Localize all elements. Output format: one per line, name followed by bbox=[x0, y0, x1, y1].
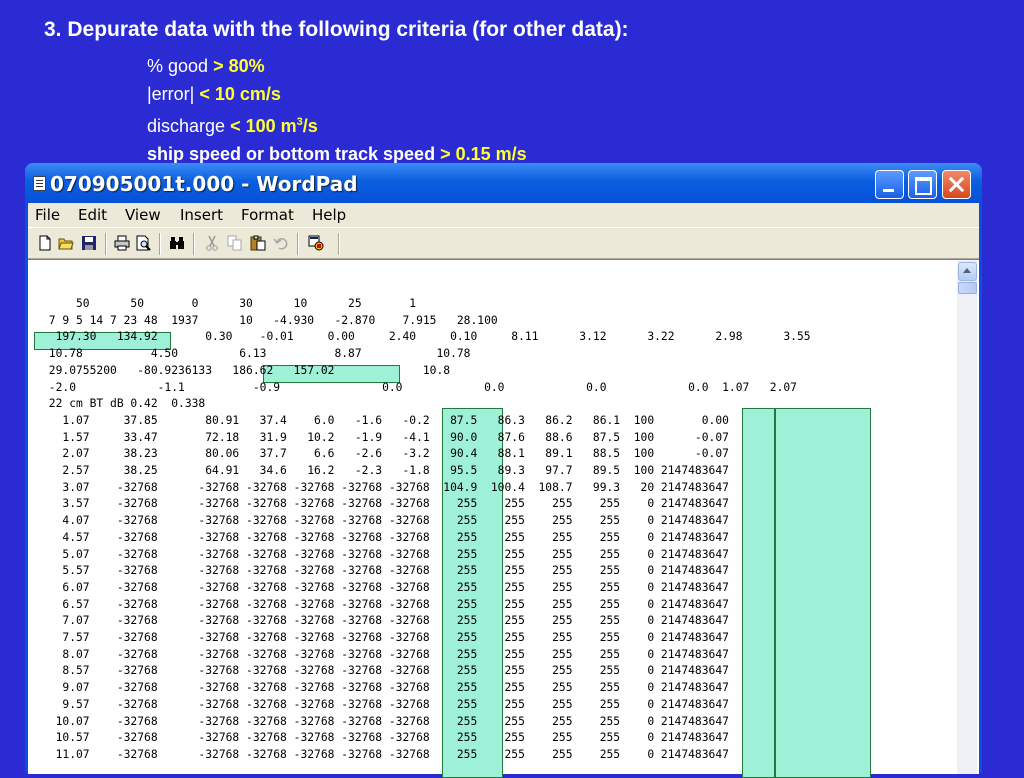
window-titlebar[interactable]: 070905001t.000 - WordPad bbox=[25, 163, 982, 203]
menu-bar: File Edit View Insert Format Help bbox=[28, 203, 979, 227]
document-line: 6.57 -32768 -32768 -32768 -32768 -32768 … bbox=[42, 597, 729, 611]
document-line: 5.57 -32768 -32768 -32768 -32768 -32768 … bbox=[42, 564, 729, 578]
toolbar-separator bbox=[193, 233, 194, 255]
toolbar-separator bbox=[297, 233, 298, 255]
criterion-label: discharge bbox=[147, 116, 231, 136]
criterion-value: < 10 cm/s bbox=[199, 84, 281, 104]
document-line: 10.57 -32768 -32768 -32768 -32768 -32768… bbox=[42, 731, 729, 745]
document-line: -2.0 -1.1 -0.9 0.0 0.0 0.0 0.0 1.07 2.07 bbox=[42, 380, 797, 394]
document-line: 4.57 -32768 -32768 -32768 -32768 -32768 … bbox=[42, 530, 729, 544]
toolbar-separator bbox=[338, 233, 339, 255]
document-line: 3.57 -32768 -32768 -32768 -32768 -32768 … bbox=[42, 497, 729, 511]
document-line: 6.07 -32768 -32768 -32768 -32768 -32768 … bbox=[42, 580, 729, 594]
close-button[interactable] bbox=[942, 170, 971, 199]
vertical-scrollbar[interactable] bbox=[957, 260, 977, 774]
toolbar-separator bbox=[105, 233, 106, 255]
document-line: 8.07 -32768 -32768 -32768 -32768 -32768 … bbox=[42, 647, 729, 661]
document-line: 1.57 33.47 72.18 31.9 10.2 -1.9 -4.1 90.… bbox=[42, 430, 729, 444]
criterion-label: ship speed or bottom track speed bbox=[147, 144, 441, 164]
save-icon[interactable] bbox=[81, 235, 97, 251]
document-line: 5.07 -32768 -32768 -32768 -32768 -32768 … bbox=[42, 547, 729, 561]
document-line: 11.07 -32768 -32768 -32768 -32768 -32768… bbox=[42, 747, 729, 761]
paste-icon[interactable] bbox=[250, 235, 266, 251]
insert-object-icon[interactable] bbox=[308, 235, 324, 251]
document-line: 2.57 38.25 64.91 34.6 16.2 -2.3 -1.8 95.… bbox=[42, 464, 729, 477]
scroll-up-icon[interactable] bbox=[958, 262, 977, 281]
document-line: 10.78 4.50 6.13 8.87 10.78 bbox=[42, 347, 471, 361]
wordpad-window: 070905001t.000 - WordPad File Edit View … bbox=[25, 163, 982, 778]
cut-icon[interactable] bbox=[204, 235, 220, 251]
document-line: 22 cm BT dB 0.42 0.338 bbox=[42, 397, 206, 411]
menu-view[interactable]: View bbox=[125, 206, 161, 224]
document-line: 1.07 37.85 80.91 37.4 6.0 -1.6 -0.2 87.5… bbox=[42, 413, 729, 427]
criterion-value: > 0.15 m/s bbox=[440, 144, 527, 164]
slide-title: 3. Depurate data with the following crit… bbox=[44, 18, 629, 41]
document-line: 9.07 -32768 -32768 -32768 -32768 -32768 … bbox=[42, 681, 729, 695]
print-preview-icon[interactable] bbox=[135, 235, 151, 251]
criteria-list: % good > 80% |error| < 10 cm/s discharge… bbox=[147, 52, 527, 168]
toolbar-separator bbox=[159, 233, 160, 255]
window-title: 070905001t.000 - WordPad bbox=[50, 172, 358, 196]
menu-file[interactable]: File bbox=[35, 206, 60, 224]
document-line: 50 50 0 30 10 25 1 bbox=[42, 297, 417, 310]
print-icon[interactable] bbox=[114, 235, 130, 251]
menu-edit[interactable]: Edit bbox=[78, 206, 107, 224]
document-line: 7.07 -32768 -32768 -32768 -32768 -32768 … bbox=[42, 614, 729, 628]
criterion-value-unit: /s bbox=[302, 116, 318, 136]
new-document-icon[interactable] bbox=[37, 235, 53, 251]
document-line: 8.57 -32768 -32768 -32768 -32768 -32768 … bbox=[42, 664, 729, 678]
document-line: 3.07 -32768 -32768 -32768 -32768 -32768 … bbox=[42, 480, 729, 494]
document-line: 10.07 -32768 -32768 -32768 -32768 -32768… bbox=[42, 714, 729, 728]
wordpad-document-icon[interactable] bbox=[33, 176, 46, 191]
criterion-error: |error| < 10 cm/s bbox=[147, 80, 527, 108]
minimize-button[interactable] bbox=[875, 170, 904, 199]
menu-format[interactable]: Format bbox=[241, 206, 294, 224]
criterion-percent-good: % good > 80% bbox=[147, 52, 527, 80]
document-line: 9.57 -32768 -32768 -32768 -32768 -32768 … bbox=[42, 697, 729, 711]
maximize-button[interactable] bbox=[908, 170, 937, 199]
document-area[interactable]: 50 50 0 30 10 25 1 7 9 5 14 7 23 48 1937… bbox=[28, 259, 979, 778]
highlight-box bbox=[742, 408, 775, 778]
copy-icon[interactable] bbox=[227, 235, 243, 251]
document-line: 2.07 38.23 80.06 37.7 6.6 -2.6 -3.2 90.4… bbox=[42, 447, 729, 461]
document-line: 29.0755200 -80.9236133 186.62 157.02 10.… bbox=[42, 363, 451, 377]
criterion-label: |error| bbox=[147, 84, 200, 104]
document-line: 7.57 -32768 -32768 -32768 -32768 -32768 … bbox=[42, 631, 729, 644]
document-line: 7 9 5 14 7 23 48 1937 10 -4.930 -2.870 7… bbox=[42, 313, 498, 327]
criterion-value-main: < 100 m bbox=[230, 116, 297, 136]
document-line: 4.07 -32768 -32768 -32768 -32768 -32768 … bbox=[42, 514, 729, 528]
menu-help[interactable]: Help bbox=[312, 206, 346, 224]
open-folder-icon[interactable] bbox=[58, 235, 74, 251]
scrollbar-thumb[interactable] bbox=[958, 282, 977, 294]
highlight-box bbox=[775, 408, 871, 778]
document-line: 197.30 134.92 0.30 -0.01 0.00 2.40 0.10 … bbox=[42, 330, 811, 344]
toolbar bbox=[28, 227, 979, 259]
criterion-discharge: discharge < 100 m3/s bbox=[147, 108, 527, 140]
criterion-value: < 100 m3/s bbox=[230, 116, 318, 136]
find-icon[interactable] bbox=[169, 235, 185, 251]
criterion-label: % good bbox=[147, 56, 214, 76]
undo-icon[interactable] bbox=[273, 235, 289, 251]
criterion-value: > 80% bbox=[213, 56, 265, 76]
menu-insert[interactable]: Insert bbox=[180, 206, 223, 224]
